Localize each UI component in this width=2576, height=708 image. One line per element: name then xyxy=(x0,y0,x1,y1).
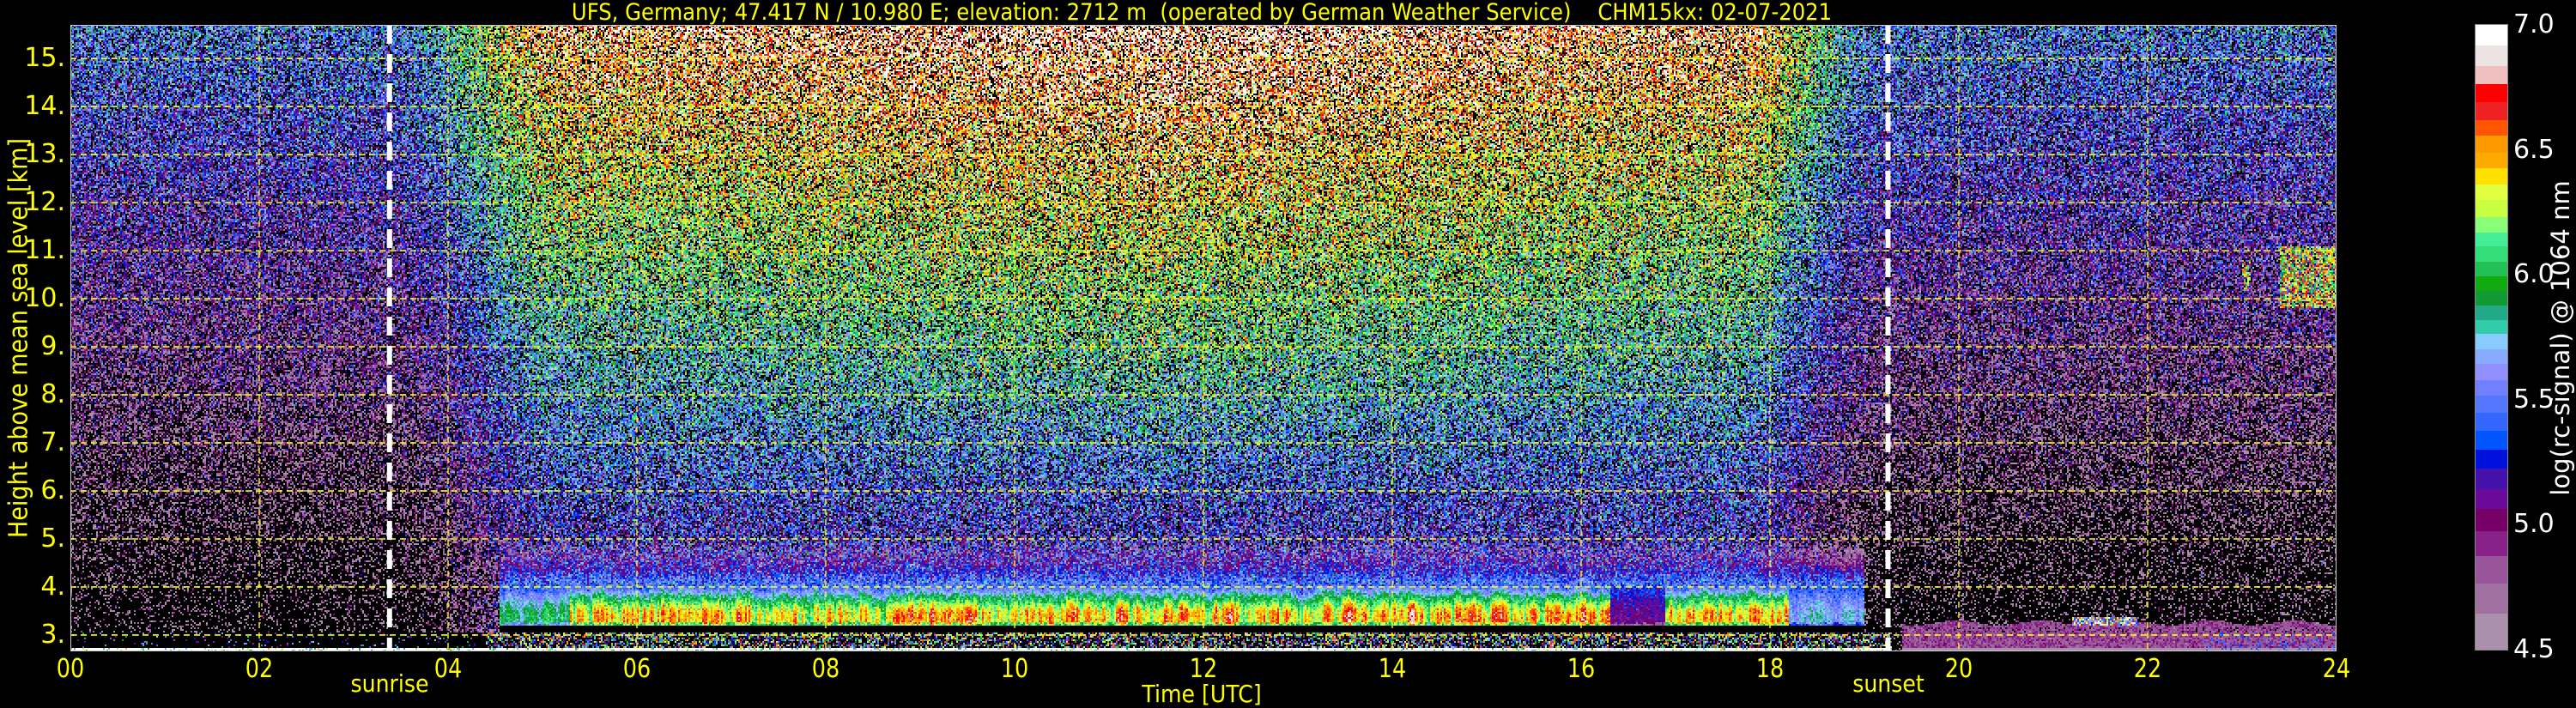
x-tick-label: 08 xyxy=(811,654,840,684)
colorbar-segment xyxy=(2476,167,2507,185)
chart-title: UFS, Germany; 47.417 N / 10.980 E; eleva… xyxy=(571,0,1833,26)
x-tick-label: 16 xyxy=(1567,654,1596,684)
colorbar-segment xyxy=(2476,468,2507,489)
x-tick-label: 24 xyxy=(2322,654,2351,684)
colorbar-segment xyxy=(2476,449,2507,469)
colorbar-segment xyxy=(2476,119,2507,136)
colorbar-label: log(rc-signal) @ 1064 nm xyxy=(2546,180,2575,496)
colorbar-segment xyxy=(2476,216,2507,233)
sunrise-label: sunrise xyxy=(350,669,429,698)
colorbar-tick-label: 5.0 xyxy=(2513,509,2555,540)
colorbar-segment xyxy=(2476,45,2507,66)
colorbar-segment xyxy=(2476,135,2507,153)
colorbar-tick-label: 6.5 xyxy=(2513,134,2555,165)
x-tick-label: 02 xyxy=(245,654,274,684)
colorbar-segment xyxy=(2476,395,2507,413)
y-axis-label: Height above mean sea level [km] xyxy=(3,138,34,538)
plot-area xyxy=(70,25,2337,651)
y-tick-label: 4. xyxy=(40,571,65,602)
colorbar-segment xyxy=(2476,412,2507,431)
x-tick-label: 22 xyxy=(2133,654,2162,684)
y-tick-label: 8. xyxy=(40,379,65,410)
sunset-label: sunset xyxy=(1852,669,1924,698)
colorbar-segment xyxy=(2476,199,2507,217)
colorbar-tick-label: 4.5 xyxy=(2513,634,2555,664)
colorbar-segment xyxy=(2476,152,2507,168)
colorbar-segment xyxy=(2476,261,2507,277)
x-tick-label: 00 xyxy=(56,654,85,684)
x-tick-label: 06 xyxy=(622,654,652,684)
colorbar-segment xyxy=(2476,83,2507,102)
colorbar-segment xyxy=(2476,348,2507,365)
colorbar-segment xyxy=(2476,184,2507,201)
colorbar-segment xyxy=(2476,305,2507,321)
colorbar-segment xyxy=(2476,555,2507,584)
colorbar-segment xyxy=(2476,101,2507,120)
colorbar-segment xyxy=(2476,25,2507,46)
colorbar-segment xyxy=(2476,319,2507,334)
y-tick-label: 5. xyxy=(40,523,65,554)
colorbar-segment xyxy=(2476,379,2507,396)
colorbar-segment xyxy=(2476,245,2507,262)
colorbar xyxy=(2475,24,2508,651)
x-tick-label: 04 xyxy=(433,654,463,684)
colorbar-segment xyxy=(2476,430,2507,450)
y-tick-label: 3. xyxy=(40,619,65,650)
x-tick-label: 14 xyxy=(1378,654,1407,684)
colorbar-segment xyxy=(2476,530,2507,557)
x-tick-label: 10 xyxy=(1000,654,1029,684)
colorbar-segment xyxy=(2476,65,2507,84)
y-tick-label: 15. xyxy=(24,43,65,74)
colorbar-segment xyxy=(2476,583,2507,614)
colorbar-segment xyxy=(2476,488,2507,510)
y-tick-label: 9. xyxy=(40,331,65,362)
y-tick-label: 7. xyxy=(40,427,65,458)
grid-overlay xyxy=(70,25,2337,651)
x-axis-label: Time [UTC] xyxy=(1142,680,1262,708)
x-tick-label: 18 xyxy=(1755,654,1785,684)
colorbar-segment xyxy=(2476,363,2507,380)
colorbar-segment xyxy=(2476,508,2507,532)
colorbar-segment xyxy=(2476,333,2507,350)
colorbar-segment xyxy=(2476,613,2507,651)
colorbar-segment xyxy=(2476,275,2507,292)
y-tick-label: 6. xyxy=(40,475,65,506)
x-tick-label: 20 xyxy=(1944,654,1973,684)
colorbar-segment xyxy=(2476,232,2507,246)
colorbar-segment xyxy=(2476,290,2507,306)
colorbar-tick-label: 7.0 xyxy=(2513,9,2555,39)
y-tick-label: 14. xyxy=(24,91,65,122)
